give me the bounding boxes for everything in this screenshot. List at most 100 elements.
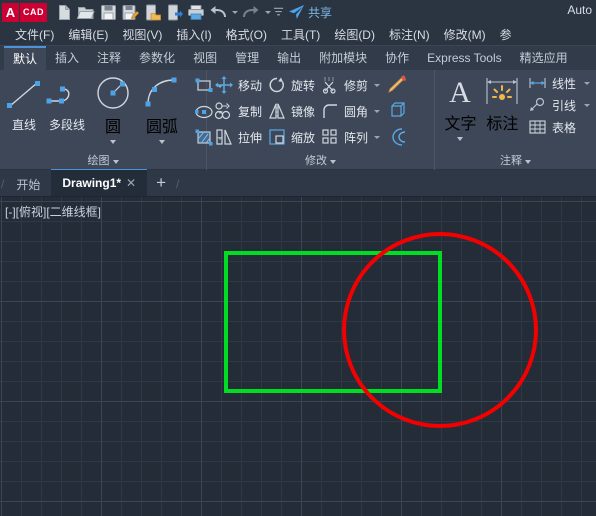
modify-panel-title[interactable]: 修改 <box>207 153 434 170</box>
dimension-button[interactable]: 标注 <box>482 72 523 134</box>
file-tab-start[interactable]: 开始 <box>5 172 51 196</box>
tab-express-tools[interactable]: Express Tools <box>418 47 510 70</box>
file-tab-drawing1[interactable]: Drawing1* ✕ <box>51 169 148 196</box>
tab-insert[interactable]: 插入 <box>46 47 88 70</box>
tab-collaborate[interactable]: 协作 <box>376 47 418 70</box>
viewport-label[interactable]: [-][俯视][二维线框] <box>5 203 101 220</box>
tab-output[interactable]: 输出 <box>268 47 310 70</box>
customize-qat-icon[interactable] <box>273 1 284 23</box>
tab-home[interactable]: 默认 <box>4 46 47 70</box>
trim-icon <box>319 74 341 96</box>
menu-item-dimension[interactable]: 标注(N) <box>382 25 437 45</box>
file-tab-start-label: 开始 <box>16 177 41 192</box>
text-dropdown-icon[interactable] <box>457 137 464 141</box>
text-label: 文字 <box>444 116 477 133</box>
open-file-icon[interactable] <box>75 1 97 23</box>
tab-annotate[interactable]: 注释 <box>88 47 130 70</box>
share-paperplane-icon <box>289 5 304 19</box>
leader-button[interactable]: 引线 <box>525 94 592 116</box>
draw-panel-title-label: 绘图 <box>87 155 110 167</box>
undo-icon[interactable] <box>207 1 229 23</box>
polyline-button[interactable]: 多段线 <box>44 73 90 133</box>
3d-rotate-icon[interactable] <box>384 98 410 124</box>
circle-dropdown-icon[interactable] <box>110 140 116 144</box>
tab-parametric[interactable]: 参数化 <box>130 47 184 70</box>
menu-item-draw[interactable]: 绘图(D) <box>327 25 382 45</box>
menu-item-modify[interactable]: 修改(M) <box>437 25 493 45</box>
undo-dropdown-icon[interactable] <box>229 1 240 23</box>
array-icon <box>319 126 341 148</box>
move-icon <box>213 74 235 96</box>
tab-manage[interactable]: 管理 <box>226 47 268 70</box>
save-as-icon[interactable] <box>119 1 141 23</box>
text-button[interactable]: A 文字 <box>439 72 482 141</box>
autocad-logo[interactable]: A CAD <box>2 2 47 22</box>
text-icon: A <box>443 72 477 110</box>
save-to-web-icon[interactable] <box>163 1 185 23</box>
save-icon[interactable] <box>97 1 119 23</box>
linear-dim-dropdown-icon[interactable] <box>584 81 590 85</box>
fillet-dropdown-icon[interactable] <box>374 109 381 113</box>
offset-icon[interactable] <box>384 124 410 150</box>
menu-item-tools[interactable]: 工具(T) <box>274 25 327 45</box>
green-rectangle[interactable] <box>224 251 442 393</box>
tab-addins[interactable]: 附加模块 <box>310 47 376 70</box>
leader-label: 引线 <box>551 98 576 113</box>
fillet-button[interactable]: 圆角 <box>317 99 370 123</box>
modify-panel-expand-icon[interactable] <box>330 159 336 164</box>
annotation-panel-expand-icon[interactable] <box>525 159 531 164</box>
menu-item-insert[interactable]: 插入(I) <box>169 25 218 45</box>
erase-icon[interactable] <box>384 72 410 98</box>
stretch-button[interactable]: 拉伸 <box>211 125 264 149</box>
open-from-web-icon[interactable] <box>141 1 163 23</box>
stretch-label: 拉伸 <box>238 130 263 145</box>
draw-panel-expand-icon[interactable] <box>112 159 119 164</box>
move-button[interactable]: 移动 <box>211 73 264 97</box>
linear-dim-button[interactable]: 线性 <box>525 72 592 94</box>
scale-label: 缩放 <box>291 130 316 145</box>
redo-dropdown-icon[interactable] <box>262 1 273 23</box>
close-icon[interactable]: ✕ <box>126 176 136 190</box>
scale-button[interactable]: 缩放 <box>264 125 317 149</box>
share-button[interactable]: 共享 <box>288 1 332 23</box>
document-tab-bar: / 开始 Drawing1* ✕ + / <box>0 169 596 197</box>
drawing-canvas[interactable]: [-][俯视][二维线框] <box>0 197 596 516</box>
plot-icon[interactable] <box>185 1 207 23</box>
mirror-icon <box>266 100 288 122</box>
draw-panel: 直线 多段线 圆 圆弧 绘图 <box>0 70 223 170</box>
redo-icon[interactable] <box>240 1 262 23</box>
arc-button[interactable]: 圆弧 <box>136 73 188 144</box>
menu-item-edit[interactable]: 编辑(E) <box>61 25 115 45</box>
circle-label: 圆 <box>104 119 121 136</box>
menu-item-view[interactable]: 视图(V) <box>115 25 169 45</box>
circle-icon <box>90 73 136 113</box>
leader-icon <box>527 94 549 116</box>
menu-item-parametric[interactable]: 参 <box>493 25 519 45</box>
arc-dropdown-icon[interactable] <box>159 140 165 144</box>
copy-button[interactable]: 复制 <box>211 99 264 123</box>
mirror-label: 镜像 <box>291 104 316 119</box>
new-tab-button[interactable]: + <box>147 172 175 196</box>
annotation-panel-title[interactable]: 注释 <box>435 153 596 170</box>
ribbon-panel-area: 直线 多段线 圆 圆弧 绘图 移动 旋转 修剪 复制 镜像 圆角 拉伸 缩放 阵… <box>0 70 596 170</box>
table-icon <box>527 116 549 138</box>
line-button[interactable]: 直线 <box>4 73 44 133</box>
table-button[interactable]: 表格 <box>525 116 592 138</box>
circle-button[interactable]: 圆 <box>90 73 136 144</box>
menu-item-file[interactable]: 文件(F) <box>8 25 61 45</box>
array-dropdown-icon[interactable] <box>374 135 381 139</box>
new-file-icon[interactable] <box>53 1 75 23</box>
mirror-button[interactable]: 镜像 <box>264 99 317 123</box>
menu-item-format[interactable]: 格式(O) <box>219 25 274 45</box>
array-button[interactable]: 阵列 <box>317 125 370 149</box>
rotate-label: 旋转 <box>291 78 316 93</box>
trim-button[interactable]: 修剪 <box>317 73 370 97</box>
tab-featured-apps[interactable]: 精选应用 <box>511 47 577 70</box>
rotate-button[interactable]: 旋转 <box>264 73 317 97</box>
arc-label: 圆弧 <box>145 119 178 136</box>
draw-panel-title[interactable]: 绘图 <box>0 153 206 170</box>
trim-dropdown-icon[interactable] <box>374 83 381 87</box>
tab-view[interactable]: 视图 <box>184 47 226 70</box>
svg-text:A: A <box>450 76 472 108</box>
leader-dropdown-icon[interactable] <box>584 103 590 107</box>
